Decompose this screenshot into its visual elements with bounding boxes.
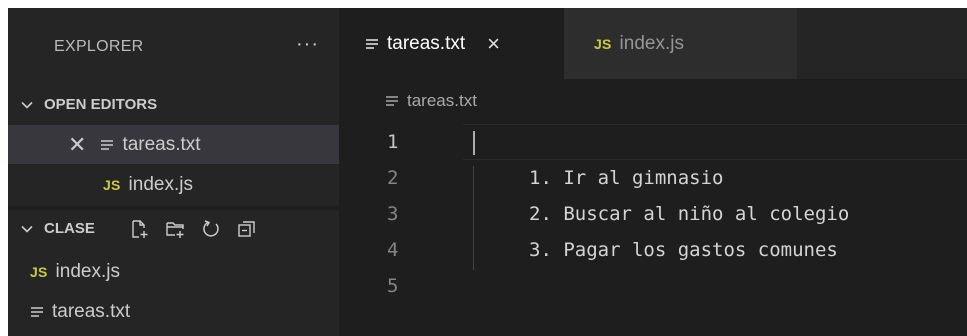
open-editor-item-tareas[interactable]: ✕ tareas.txt: [8, 125, 339, 164]
line-number: 3: [387, 203, 399, 225]
line-number: 1: [387, 131, 399, 153]
explorer-sidebar: EXPLORER ··· OPEN EDITORS ✕ tareas.txt J…: [8, 8, 339, 336]
breadcrumb[interactable]: tareas.txt: [339, 86, 477, 116]
file-name: tareas.txt: [52, 300, 131, 322]
line-text: 1. Ir al gimnasio: [529, 167, 724, 189]
open-editors-header[interactable]: OPEN EDITORS: [8, 86, 339, 123]
open-editor-item-index[interactable]: JS index.js: [8, 165, 339, 204]
javascript-file-icon: JS: [594, 35, 612, 52]
code-line[interactable]: 1: [339, 124, 967, 160]
collapse-all-icon[interactable]: [235, 217, 259, 241]
code-line[interactable]: 3 2. Buscar al niño al colegio: [339, 196, 967, 232]
folder-actions: [127, 217, 259, 241]
tab-bar: tareas.txt × JS index.js: [339, 8, 967, 79]
text-cursor: [473, 131, 475, 155]
tab-tareas[interactable]: tareas.txt ×: [339, 8, 564, 79]
line-number: 5: [387, 275, 399, 297]
breadcrumb-label: tareas.txt: [407, 91, 477, 110]
new-folder-icon[interactable]: [163, 217, 187, 241]
text-file-icon: [100, 138, 114, 152]
chevron-down-icon: [20, 222, 36, 236]
text-file-icon: [30, 305, 44, 319]
code-line[interactable]: 4 3. Pagar los gastos comunes: [339, 232, 967, 268]
open-editor-label: tareas.txt: [122, 133, 201, 155]
refresh-icon[interactable]: [199, 217, 223, 241]
new-file-icon[interactable]: [127, 217, 151, 241]
file-tree-item-index[interactable]: JS index.js: [8, 252, 339, 291]
folder-header-clase[interactable]: CLASE: [8, 210, 339, 247]
explorer-title: EXPLORER: [54, 38, 144, 55]
line-text: 3. Pagar los gastos comunes: [529, 239, 838, 261]
code-line[interactable]: 5: [339, 268, 967, 304]
line-number: 2: [387, 167, 399, 189]
chevron-down-icon: [20, 98, 36, 112]
javascript-file-icon: JS: [103, 176, 121, 193]
close-icon[interactable]: ✕: [68, 133, 86, 156]
open-editors-label: OPEN EDITORS: [44, 96, 158, 113]
more-actions-icon[interactable]: ···: [296, 33, 319, 62]
line-number: 4: [387, 239, 399, 261]
open-editor-label: index.js: [128, 173, 193, 195]
close-icon[interactable]: ×: [487, 31, 500, 57]
tab-label: tareas.txt: [387, 32, 466, 54]
tab-label: index.js: [619, 32, 684, 54]
text-file-icon: [385, 94, 399, 108]
tab-index[interactable]: JS index.js: [564, 8, 797, 79]
code-line[interactable]: 2 1. Ir al gimnasio: [339, 160, 967, 196]
javascript-file-icon: JS: [30, 263, 48, 280]
text-file-icon: [365, 37, 379, 51]
screenshot-frame: EXPLORER ··· OPEN EDITORS ✕ tareas.txt J…: [0, 0, 967, 336]
vscode-window: EXPLORER ··· OPEN EDITORS ✕ tareas.txt J…: [8, 8, 967, 336]
editor-area: tareas.txt × JS index.js tareas.txt 1 2 …: [339, 8, 967, 336]
line-text: 2. Buscar al niño al colegio: [529, 203, 850, 225]
explorer-header: EXPLORER ···: [8, 8, 339, 86]
file-tree-item-tareas[interactable]: tareas.txt: [8, 292, 339, 331]
folder-label: CLASE: [44, 220, 95, 237]
file-name: index.js: [55, 260, 120, 282]
